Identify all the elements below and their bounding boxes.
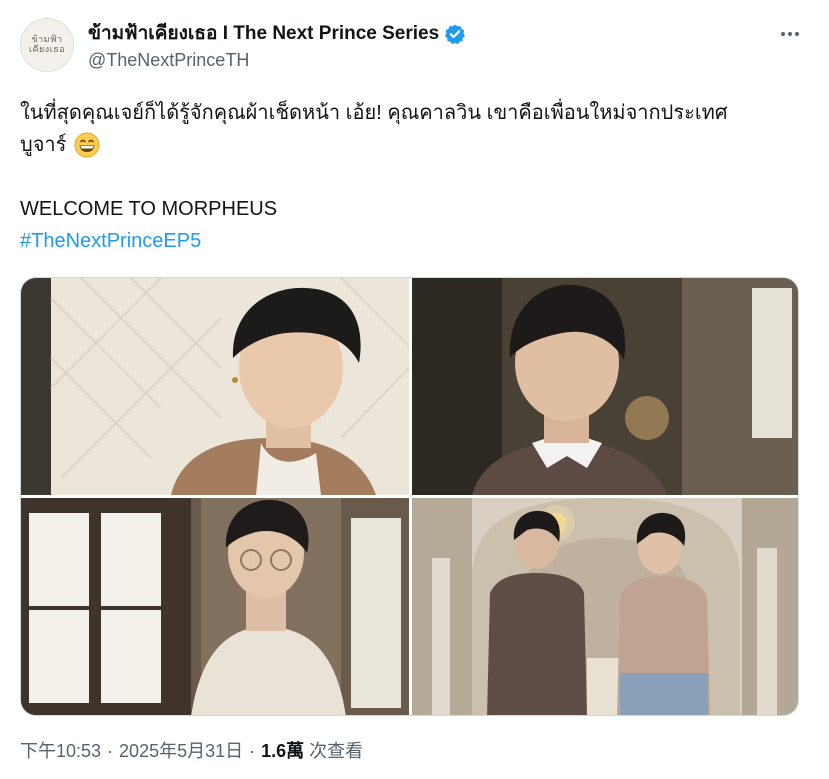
tweet-time[interactable]: 下午10:53 <box>20 738 101 764</box>
verified-badge-icon <box>445 24 466 45</box>
footer-separator-1: · <box>107 741 114 761</box>
photo-3[interactable] <box>21 498 409 715</box>
views-count[interactable]: 1.6萬 <box>261 738 304 764</box>
tweet-text: ในที่สุดคุณเจย์ก็ได้รู้จักคุณผ้าเช็ดหน้า… <box>20 97 810 257</box>
photo-1[interactable] <box>21 278 409 495</box>
two-men-hallway-icon <box>412 498 798 715</box>
photo-2[interactable] <box>412 278 798 495</box>
author-handle[interactable]: @TheNextPrinceTH <box>88 48 466 72</box>
portrait-beige-jacket-icon <box>21 278 409 495</box>
more-options-icon[interactable] <box>775 22 805 46</box>
tweet-text-line-3: WELCOME TO MORPHEUS <box>20 198 278 220</box>
tweet-text-line-1: ในที่สุดคุณเจย์ก็ได้รู้จักคุณผ้าเช็ดหน้า… <box>20 102 728 124</box>
text-spacer <box>20 161 810 193</box>
hashtag-link[interactable]: #TheNextPrinceEP5 <box>20 225 810 257</box>
avatar[interactable]: ข้ามฟ้า เคียงเธอ <box>20 18 74 72</box>
tweet-text-line-2: บูจาร์ <box>20 129 810 161</box>
photo-4[interactable] <box>412 498 798 715</box>
display-name-row: ข้ามฟ้าเคียงเธอ I The Next Prince Series <box>88 22 466 46</box>
display-name[interactable]: ข้ามฟ้าเคียงเธอ I The Next Prince Series <box>88 22 439 46</box>
media-grid <box>20 277 799 716</box>
portrait-glasses-shirt-icon <box>21 498 409 715</box>
tweet-header: ข้ามฟ้า เคียงเธอ ข้ามฟ้าเคียงเธอ I The N… <box>20 18 809 78</box>
tweet-date[interactable]: 2025年5月31日 <box>119 738 243 764</box>
views-label: 次查看 <box>309 741 364 761</box>
author-names: ข้ามฟ้าเคียงเธอ I The Next Prince Series… <box>88 22 466 72</box>
tweet-footer: 下午10:53 · 2025年5月31日 · 1.6萬 次查看 <box>20 738 363 764</box>
avatar-logo-text: ข้ามฟ้า เคียงเธอ <box>28 35 66 55</box>
tweet-card: ข้ามฟ้า เคียงเธอ ข้ามฟ้าเคียงเธอ I The N… <box>0 0 829 779</box>
footer-separator-2: · <box>249 741 256 761</box>
tweet-text-line-2-text: บูจาร์ <box>20 134 67 156</box>
grinning-face-icon <box>74 132 100 158</box>
portrait-brown-sweater-icon <box>412 278 798 495</box>
